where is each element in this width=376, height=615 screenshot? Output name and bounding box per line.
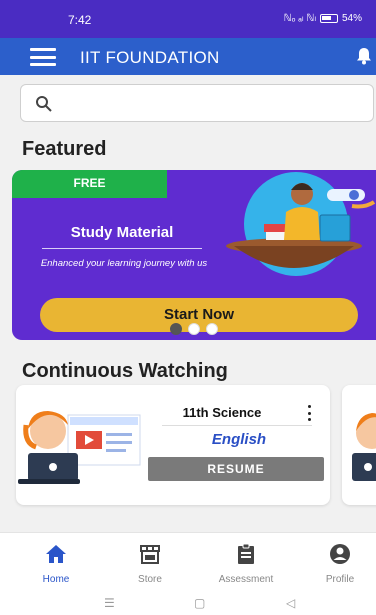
assessment-icon [238, 543, 254, 564]
search-icon [36, 96, 52, 112]
featured-heading: Featured [22, 138, 107, 160]
course-card-partial[interactable] [342, 385, 376, 505]
study-illustration [226, 172, 376, 276]
menu-icon[interactable] [30, 48, 56, 66]
banner-subtitle: Enhanced your learning journey with us [40, 258, 208, 269]
nav-profile-label: Profile [325, 574, 355, 585]
card-divider [162, 425, 312, 426]
featured-banner[interactable]: FREE Study Material Enhanced your learni… [12, 170, 376, 340]
course-name: 11th Science [182, 405, 262, 420]
store-icon [140, 545, 160, 564]
system-icons: ℕₒ ₐₗ ℕₗ 54% [284, 13, 362, 24]
battery-icon [319, 14, 338, 23]
carousel-indicator[interactable] [170, 323, 218, 335]
course-card[interactable]: 11th Science English RESUME [16, 385, 330, 505]
nav-home-label: Home [42, 574, 70, 585]
resume-button[interactable]: RESUME [148, 457, 324, 481]
notification-bell-icon[interactable] [356, 47, 372, 65]
home-button-icon[interactable]: ▢ [194, 596, 205, 610]
continuous-watching-heading: Continuous Watching [22, 360, 228, 382]
status-bar: 7:42 ℕₒ ₐₗ ℕₗ 54% [0, 0, 376, 38]
banner-divider [42, 248, 202, 249]
app-bar: IIT FOUNDATION [0, 38, 376, 75]
nav-home[interactable]: Home [16, 533, 96, 593]
nav-assessment[interactable]: Assessment [206, 533, 286, 593]
app-title: IIT FOUNDATION [80, 48, 220, 67]
carousel-dot[interactable] [188, 323, 200, 335]
nav-profile[interactable]: Profile [300, 533, 376, 593]
search-bar[interactable] [20, 84, 374, 122]
banner-title: Study Material [70, 224, 174, 241]
home-icon [46, 545, 66, 563]
battery-level: 54% [341, 13, 362, 24]
profile-icon [330, 544, 350, 564]
free-tag: FREE [12, 170, 167, 198]
back-icon[interactable]: ◁ [286, 596, 295, 610]
carousel-dot[interactable] [170, 323, 182, 335]
signal-icon: ℕₒ ₐₗ ℕₗ [283, 13, 316, 24]
nav-store-label: Store [138, 574, 162, 585]
carousel-dot[interactable] [206, 323, 218, 335]
status-time: 7:42 [68, 13, 92, 27]
course-thumbnail [18, 411, 141, 484]
course-language: English [211, 431, 267, 448]
system-navigation: ☰ ▢ ◁ [0, 592, 376, 615]
bottom-navigation: Home Store Assessment Profile [0, 532, 376, 592]
nav-store[interactable]: Store [110, 533, 190, 593]
nav-assessment-label: Assessment [218, 574, 274, 585]
course-thumbnail [352, 413, 376, 481]
recent-apps-icon[interactable]: ☰ [104, 596, 115, 610]
more-options-icon[interactable] [306, 405, 312, 421]
